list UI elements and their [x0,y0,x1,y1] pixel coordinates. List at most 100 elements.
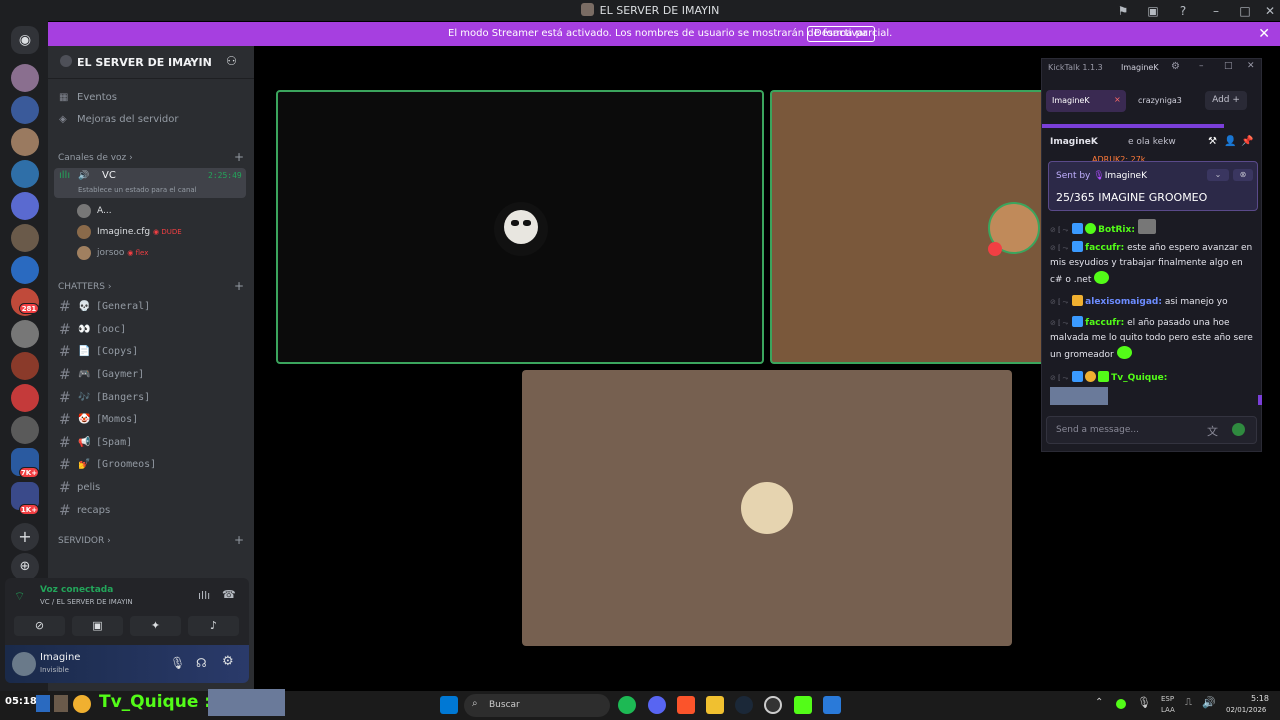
category-servidor[interactable]: SERVIDOR › [58,536,111,546]
tab-imaginek[interactable]: ImagineK × [1046,90,1126,112]
add-channel-icon[interactable]: + [234,150,244,164]
disconnect-icon[interactable]: ☎ [222,588,236,601]
server-icon[interactable] [11,256,39,284]
server-icon[interactable] [11,416,39,444]
inbox-icon[interactable]: ⚑ [1115,3,1131,19]
app-icon[interactable] [764,696,782,714]
chat-message[interactable]: ⊘ ⫿ ⤳ BotRix: [1050,219,1258,238]
headphones-icon[interactable]: ☊ [196,656,207,670]
file-explorer-icon[interactable] [706,696,724,714]
clock-time[interactable]: 5:18 [1251,694,1269,703]
chat-message[interactable]: ⊘ ⫿ ⤳ faccufr: este año espero avanzar en… [1050,241,1258,288]
clock-date[interactable]: 02/01/2026 [1226,706,1266,714]
explore-icon[interactable]: ⊕ [11,553,39,581]
invite-icon[interactable]: ⚇ [226,54,237,68]
avatar[interactable] [12,652,36,676]
windows-start-icon[interactable] [440,696,458,714]
channel-name[interactable]: ImagineK [1050,137,1098,147]
spotify-icon[interactable] [618,696,636,714]
server-icon[interactable] [11,128,39,156]
set-status-hint[interactable]: Establece un estado para el canal [78,179,197,201]
deactivate-button[interactable]: Desactivar [807,26,875,42]
server-icon[interactable] [11,160,39,188]
server-icon[interactable] [11,96,39,124]
tab-crazyniga3[interactable]: crazyniga3 [1134,90,1204,112]
camera-button[interactable]: ⊘ [14,616,65,636]
help-icon[interactable]: ? [1175,3,1191,19]
server-icon[interactable] [11,192,39,220]
channel-pelis[interactable]: # pelis [54,477,246,499]
translate-icon[interactable]: 文 [1207,423,1218,439]
participant-tile[interactable] [770,90,1050,364]
message-actions[interactable]: ⊘ ⫿ ⤳ [1050,319,1068,327]
window-icon[interactable]: ▣ [1145,3,1161,19]
tray-app-icon[interactable] [1116,699,1126,709]
close-window-button[interactable]: ✕ [1247,61,1255,71]
sidebar-item-boosts[interactable]: ◈ Mejoras del servidor [54,109,246,131]
participant-tile[interactable] [522,370,1012,646]
add-channel-icon[interactable]: + [234,279,244,293]
steam-icon[interactable] [735,696,753,714]
emote-picker-icon[interactable] [1232,423,1245,436]
sidebar-item-events[interactable]: ▦ Eventos [54,87,246,109]
add-tab-button[interactable]: Add + [1205,91,1247,110]
unpin-icon[interactable]: ⊗ [1233,169,1253,181]
message-actions[interactable]: ⊘ ⫿ ⤳ [1050,226,1068,234]
microphone-icon[interactable]: 🎙 [170,656,185,670]
account-name[interactable]: ImagineK [1121,63,1159,72]
category-voice[interactable]: Canales de voz › [58,153,133,163]
close-window-button[interactable]: ✕ [1262,3,1278,19]
minimize-button[interactable]: – [1208,3,1224,19]
brave-icon[interactable] [677,696,695,714]
chat-message[interactable]: ⊘ ⫿ ⤳ Tv_Quique: [1050,371,1258,405]
kick-icon[interactable] [794,696,812,714]
add-server-icon[interactable]: + [11,523,39,551]
maximize-button[interactable]: □ [1237,3,1253,19]
server-icon[interactable] [11,224,39,252]
message-actions[interactable]: ⊘ ⫿ ⤳ [1050,374,1068,382]
pin-icon[interactable]: 📌 [1241,136,1253,147]
chat-message[interactable]: ⊘ ⫿ ⤳ alexisomaigad: asi manejo yo [1050,295,1258,310]
screen-share-button[interactable]: ▣ [72,616,123,636]
channel-groomeos[interactable]: # 💅 [Groomeos] [54,454,246,476]
voice-location[interactable]: VC / EL SERVER DE IMAYIN [40,598,133,606]
channel-ooc[interactable]: # 👀 [ooc] [54,319,246,341]
volume-icon[interactable]: 🔊 [1202,696,1216,709]
voice-channel-vc[interactable]: ıllı 🔊 VC 2:25:49 Establece un estado pa… [54,168,246,198]
noise-suppression-icon[interactable]: ıllı [198,589,210,602]
server-header[interactable]: EL SERVER DE IMAYIN ⌄ ⚇ [48,46,254,79]
channel-gaymer[interactable]: # 🎮 [Gaymer] [54,364,246,386]
server-icon[interactable] [11,384,39,412]
channel-bangers[interactable]: # 🎶 [Bangers] [54,387,246,409]
close-tab-icon[interactable]: × [1114,95,1121,104]
channel-copys[interactable]: # 📄 [Copys] [54,341,246,363]
channel-momos[interactable]: # 🤡 [Momos] [54,409,246,431]
pinned-message[interactable]: Sent by 🎙ImagineK ⌄ ⊗ 25/365 IMAGINE GRO… [1048,161,1258,211]
notepad-icon[interactable] [823,696,841,714]
microphone-icon[interactable]: 🎙 [1137,696,1151,709]
voice-status[interactable]: Voz conectada [40,585,113,595]
message-actions[interactable]: ⊘ ⫿ ⤳ [1050,244,1068,252]
mod-tools-icon[interactable]: ⚒ [1208,136,1217,147]
settings-gear-icon[interactable]: ⚙ [1171,61,1180,72]
discord-home-icon[interactable]: ◉ [11,26,39,54]
user-icon[interactable]: 👤 [1224,136,1236,147]
chevron-up-icon[interactable]: ⌃ [1095,697,1103,708]
channel-spam[interactable]: # 📢 [Spam] [54,432,246,454]
server-icon[interactable] [11,352,39,380]
close-icon[interactable]: ✕ [1258,22,1270,46]
username[interactable]: Imagine [40,652,80,663]
network-icon[interactable]: ⎍ [1185,697,1192,708]
activities-button[interactable]: ✦ [130,616,181,636]
chevron-down-icon[interactable]: ⌄ [1207,169,1229,181]
search-box[interactable]: ⌕ Buscar [464,694,610,717]
minimize-button[interactable]: – [1199,61,1204,71]
category-chatters[interactable]: CHATTERS › [58,282,111,292]
add-channel-icon[interactable]: + [234,533,244,547]
participant-tile[interactable] [276,90,764,364]
settings-gear-icon[interactable]: ⚙ [222,654,234,669]
language-top[interactable]: ESP [1161,695,1174,703]
server-icon[interactable] [11,64,39,92]
discord-icon[interactable] [648,696,666,714]
channel-recaps[interactable]: # recaps [54,500,246,522]
